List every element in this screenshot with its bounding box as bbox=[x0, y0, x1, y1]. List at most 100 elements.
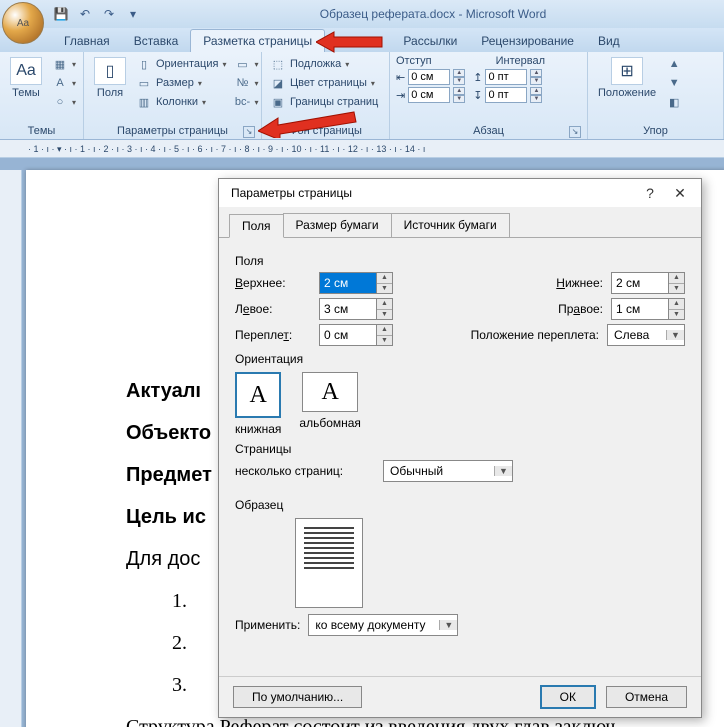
spacing-after-input[interactable] bbox=[485, 87, 527, 103]
apply-to-select[interactable]: ко всему документу▼ bbox=[308, 614, 458, 636]
chevron-down-icon: ▼ bbox=[666, 330, 684, 340]
breaks-icon: ▭ bbox=[234, 56, 250, 72]
page-color-button[interactable]: ◪Цвет страницы ▾ bbox=[268, 74, 380, 92]
orientation-landscape[interactable]: A альбомная bbox=[299, 372, 361, 436]
gutter-label: Переплет: bbox=[235, 328, 311, 342]
page-preview bbox=[295, 518, 363, 608]
dialog-help-button[interactable]: ? bbox=[635, 182, 665, 204]
undo-icon[interactable]: ↶ bbox=[76, 5, 94, 23]
indent-right-input[interactable] bbox=[408, 87, 450, 103]
spinner-buttons[interactable]: ▲▼ bbox=[453, 69, 465, 85]
spacing-before-icon: ↥ bbox=[473, 71, 482, 84]
save-icon[interactable]: 💾 bbox=[52, 5, 70, 23]
dialog-title: Параметры страницы bbox=[231, 186, 635, 200]
columns-button[interactable]: ▥Колонки ▾ bbox=[134, 93, 228, 111]
spinner-buttons[interactable]: ▲▼ bbox=[376, 273, 392, 293]
tab-page-layout[interactable]: Разметка страницы bbox=[190, 29, 325, 52]
spinner-buttons[interactable]: ▲▼ bbox=[530, 69, 542, 85]
cancel-button[interactable]: Отмена bbox=[606, 686, 687, 708]
apply-to-label: Применить: bbox=[235, 618, 300, 632]
gutter-input[interactable] bbox=[320, 325, 376, 345]
annotation-arrow-icon bbox=[316, 30, 386, 54]
paragraph-dialog-launcher[interactable]: ↘ bbox=[569, 126, 581, 138]
spinner-buttons[interactable]: ▲▼ bbox=[668, 299, 684, 319]
left-margin-label: Левое: bbox=[235, 302, 311, 316]
vertical-ruler[interactable] bbox=[0, 170, 22, 727]
section-orientation-label: Ориентация bbox=[235, 352, 685, 366]
office-button[interactable]: Aa bbox=[2, 2, 44, 44]
position-button[interactable]: ⊞ Положение bbox=[594, 55, 660, 101]
annotation-arrow-icon bbox=[258, 108, 358, 138]
spinner-buttons[interactable]: ▲▼ bbox=[376, 299, 392, 319]
theme-colors-button[interactable]: ▦▾ bbox=[50, 55, 78, 73]
group-label-arrange: Упор bbox=[594, 124, 717, 139]
text-wrap-icon: ◧ bbox=[666, 94, 682, 110]
watermark-button[interactable]: ⬚Подложка ▾ bbox=[268, 55, 380, 73]
dialog-footer: По умолчанию... ОК Отмена bbox=[219, 676, 701, 717]
left-margin-field[interactable]: ▲▼ bbox=[319, 298, 393, 320]
window-title: Образец реферата.docx - Microsoft Word bbox=[142, 7, 724, 21]
gutter-field[interactable]: ▲▼ bbox=[319, 324, 393, 346]
spinner-buttons[interactable]: ▲▼ bbox=[668, 273, 684, 293]
bring-front-button[interactable]: ▲ bbox=[664, 55, 684, 73]
size-button[interactable]: ▭Размер ▾ bbox=[134, 74, 228, 92]
orientation-portrait[interactable]: A книжная bbox=[235, 372, 281, 436]
top-margin-input[interactable] bbox=[320, 273, 376, 293]
group-page-setup: ▯ Поля ▯Ориентация ▾ ▭Размер ▾ ▥Колонки … bbox=[84, 52, 262, 139]
qat-customize-icon[interactable]: ▾ bbox=[124, 5, 142, 23]
ok-button[interactable]: ОК bbox=[540, 685, 596, 709]
tab-mailings[interactable]: Рассылки bbox=[391, 30, 469, 52]
themes-button[interactable]: Aa Темы bbox=[6, 55, 46, 101]
palette-icon: ▦ bbox=[52, 56, 68, 72]
hyphenation-icon: bc- bbox=[234, 94, 250, 110]
left-margin-input[interactable] bbox=[320, 299, 376, 319]
bottom-margin-label: Нижнее: bbox=[463, 276, 603, 290]
dialog-close-button[interactable]: ✕ bbox=[665, 182, 695, 204]
orientation-button[interactable]: ▯Ориентация ▾ bbox=[134, 55, 228, 73]
dialog-tab-source[interactable]: Источник бумаги bbox=[391, 213, 510, 237]
right-margin-field[interactable]: ▲▼ bbox=[611, 298, 685, 320]
bottom-margin-input[interactable] bbox=[612, 273, 668, 293]
tab-home[interactable]: Главная bbox=[52, 30, 122, 52]
spacing-before-field[interactable]: ↥ ▲▼ bbox=[473, 69, 542, 85]
tab-review[interactable]: Рецензирование bbox=[469, 30, 586, 52]
gutter-position-label: Положение переплета: bbox=[439, 328, 599, 342]
effects-icon: ○ bbox=[52, 94, 68, 110]
gutter-position-select[interactable]: Слева▼ bbox=[607, 324, 685, 346]
spinner-buttons[interactable]: ▲▼ bbox=[530, 87, 542, 103]
dialog-tab-fields[interactable]: Поля bbox=[229, 214, 284, 238]
text-wrap-button[interactable]: ◧ bbox=[664, 93, 684, 111]
multipage-select[interactable]: Обычный▼ bbox=[383, 460, 513, 482]
theme-effects-button[interactable]: ○▾ bbox=[50, 93, 78, 111]
size-label: Размер bbox=[156, 77, 194, 89]
bottom-margin-field[interactable]: ▲▼ bbox=[611, 272, 685, 294]
horizontal-ruler[interactable]: · 1 · ı · ▾ · ı · 1 · ı · 2 · ı · 3 · ı … bbox=[0, 140, 724, 158]
tab-view[interactable]: Вид bbox=[586, 30, 632, 52]
dialog-tab-paper[interactable]: Размер бумаги bbox=[283, 213, 392, 237]
breaks-button[interactable]: ▭▾ bbox=[232, 55, 260, 73]
spacing-before-input[interactable] bbox=[485, 69, 527, 85]
spacing-after-field[interactable]: ↧ ▲▼ bbox=[473, 87, 542, 103]
apply-to-value: ко всему документу bbox=[309, 618, 439, 632]
theme-fonts-button[interactable]: A▾ bbox=[50, 74, 78, 92]
spacing-after-icon: ↧ bbox=[473, 89, 482, 102]
send-back-button[interactable]: ▼ bbox=[664, 74, 684, 92]
redo-icon[interactable]: ↷ bbox=[100, 5, 118, 23]
hyphenation-button[interactable]: bc-▾ bbox=[232, 93, 260, 111]
right-margin-label: Правое: bbox=[463, 302, 603, 316]
top-margin-field[interactable]: ▲▼ bbox=[319, 272, 393, 294]
indent-left-input[interactable] bbox=[408, 69, 450, 85]
watermark-label: Подложка bbox=[290, 58, 341, 70]
margins-button[interactable]: ▯ Поля bbox=[90, 55, 130, 101]
spinner-buttons[interactable]: ▲▼ bbox=[376, 325, 392, 345]
spinner-buttons[interactable]: ▲▼ bbox=[453, 87, 465, 103]
right-margin-input[interactable] bbox=[612, 299, 668, 319]
indent-left-field[interactable]: ⇤▲▼ bbox=[396, 69, 465, 85]
tab-insert[interactable]: Вставка bbox=[122, 30, 191, 52]
page-setup-dialog-launcher[interactable]: ↘ bbox=[243, 126, 255, 138]
group-arrange: ⊞ Положение ▲ ▼ ◧ Упор bbox=[588, 52, 724, 139]
line-numbers-button[interactable]: №▾ bbox=[232, 74, 260, 92]
indent-right-field[interactable]: ⇥▲▼ bbox=[396, 87, 465, 103]
default-button[interactable]: По умолчанию... bbox=[233, 686, 362, 708]
indent-heading: Отступ bbox=[396, 55, 432, 67]
